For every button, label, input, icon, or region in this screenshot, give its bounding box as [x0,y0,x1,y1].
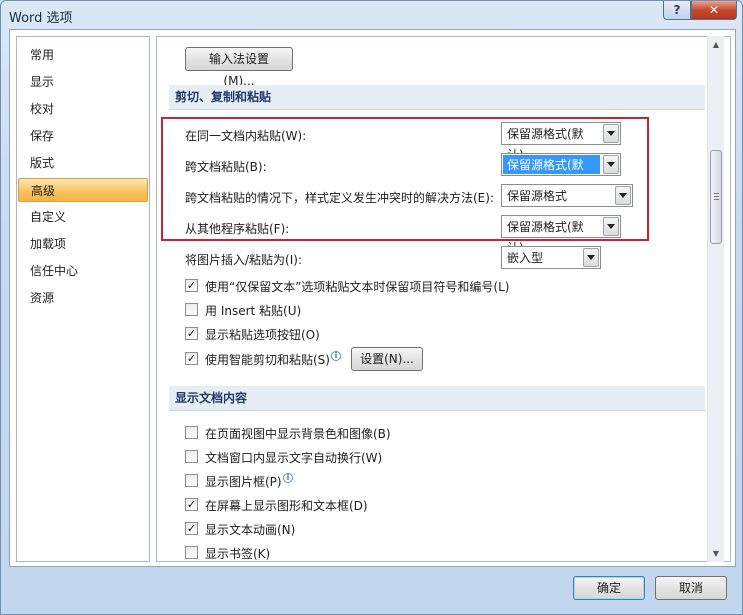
close-button[interactable]: ✕ [691,1,737,20]
check-mark-icon: ✓ [186,498,197,511]
background-colors-label: 在页面视图中显示背景色和图像(B) [205,427,391,441]
nav-item-resources[interactable]: 资源 [18,286,148,310]
insert-picture-label: 将图片插入/粘贴为(I): [185,253,302,267]
window-title: Word 选项 [9,11,73,26]
insert-paste-checkbox[interactable] [185,303,198,316]
check-mark-icon: ✓ [186,522,197,535]
show-paste-options-label: 显示粘贴选项按钮(O) [205,328,320,342]
picture-placeholders-checkbox[interactable] [185,474,198,487]
insert-picture-value: 嵌入型 [507,251,544,265]
info-icon: i [283,473,293,483]
nav-item-addins[interactable]: 加载项 [18,232,148,256]
ime-settings-button[interactable]: 输入法设置(M)... [185,47,293,88]
section-cut-copy-paste: 剪切、复制和粘贴 [169,85,705,110]
bookmarks-checkbox[interactable] [185,546,198,559]
text-animation-checkbox[interactable]: ✓ [185,522,198,535]
nav-item-proofing[interactable]: 校对 [18,97,148,121]
nav-item-customize[interactable]: 自定义 [18,205,148,229]
text-wrap-checkbox[interactable] [185,450,198,463]
nav-item-display[interactable]: 显示 [18,70,148,94]
ok-button[interactable]: 确定 [573,576,645,600]
advanced-options-panel: 输入法设置(M)... 剪切、复制和粘贴 在同一文档内粘贴(W): 保留源格式(… [156,36,731,562]
section-show-document-content: 显示文档内容 [169,386,705,411]
check-mark-icon: ✓ [186,327,197,340]
cancel-button[interactable]: 取消 [655,576,727,600]
drawings-textboxes-label: 在屏幕上显示图形和文本框(D) [205,499,368,513]
insert-paste-label: 用 Insert 粘贴(U) [205,304,302,318]
smart-cut-paste-label: 使用智能剪切和粘贴(S) [205,353,330,367]
check-mark-icon: ✓ [186,279,197,292]
nav-item-advanced[interactable]: 高级 [18,178,148,202]
scroll-up-icon[interactable]: ▲ [708,36,724,53]
nav-item-save[interactable]: 保存 [18,124,148,148]
chevron-down-icon [583,248,599,267]
bookmarks-label: 显示书签(K) [205,547,271,561]
text-animation-label: 显示文本动画(N) [205,523,296,537]
nav-item-typography[interactable]: 版式 [18,151,148,175]
check-mark-icon: ✓ [186,352,197,365]
nav-item-common[interactable]: 常用 [18,43,148,67]
background-colors-checkbox[interactable] [185,426,198,439]
keep-bullets-checkbox[interactable]: ✓ [185,279,198,292]
show-paste-options-checkbox[interactable]: ✓ [185,327,198,340]
category-nav: 常用 显示 校对 保存 版式 高级 自定义 加载项 信任中心 资源 [16,36,150,562]
smart-cut-paste-checkbox[interactable]: ✓ [185,352,198,365]
insert-picture-select[interactable]: 嵌入型 [501,246,601,269]
highlight-box [161,117,649,241]
dialog-content: 常用 显示 校对 保存 版式 高级 自定义 加载项 信任中心 资源 输入法设置(… [9,29,736,567]
scroll-down-icon[interactable]: ▼ [708,545,724,562]
info-icon: i [331,351,341,361]
scroll-thumb[interactable] [710,150,722,244]
nav-item-trust-center[interactable]: 信任中心 [18,259,148,283]
text-wrap-label: 文档窗口内显示文字自动换行(W) [205,451,383,465]
vertical-scrollbar[interactable]: ▲ ▼ [707,36,724,562]
keep-bullets-label: 使用“仅保留文本”选项粘贴文本时保留项目符号和编号(L) [205,280,510,294]
word-options-window: Word 选项 ? ✕ 常用 显示 校对 保存 版式 高级 自定义 加载项 信任… [0,0,743,615]
help-button[interactable]: ? [663,1,691,20]
picture-placeholders-label: 显示图片框(P) [205,475,282,489]
smart-paste-settings-button[interactable]: 设置(N)... [351,347,423,371]
drawings-textboxes-checkbox[interactable]: ✓ [185,498,198,511]
